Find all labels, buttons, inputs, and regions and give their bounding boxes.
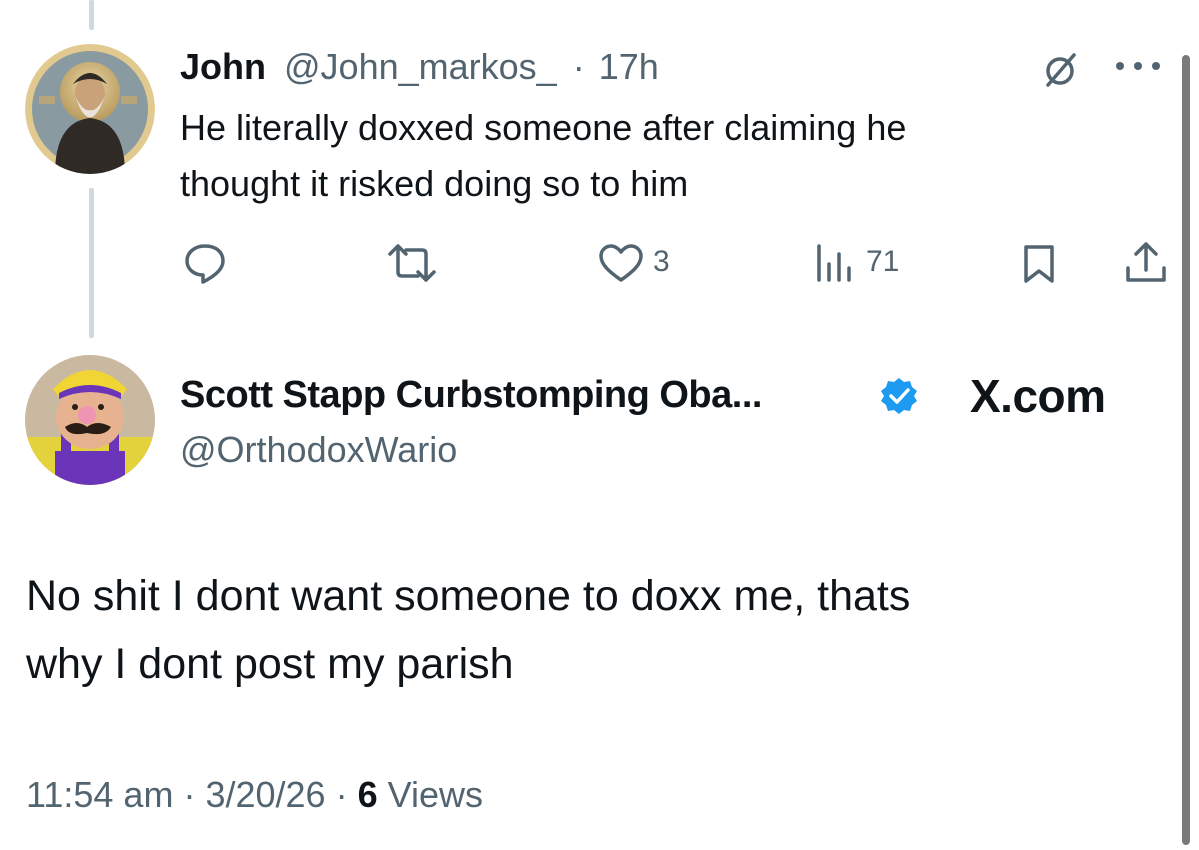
- more-options-icon[interactable]: [1112, 58, 1164, 74]
- parent-tweet-text-line2: thought it risked doing so to him: [180, 163, 689, 204]
- main-avatar[interactable]: [25, 355, 155, 485]
- share-button[interactable]: [1124, 240, 1168, 284]
- like-count: 3: [653, 245, 670, 278]
- heart-icon: [599, 244, 643, 282]
- like-button[interactable]: [598, 243, 644, 283]
- thread-line-top: [89, 0, 94, 30]
- bookmark-icon: [1024, 245, 1054, 283]
- tweet-views-count: 6: [357, 774, 378, 815]
- parent-tweet-text-line1: He literally doxxed someone after claimi…: [180, 107, 907, 148]
- verified-badge-icon[interactable]: [879, 376, 919, 416]
- tweet-date[interactable]: 3/20/26: [205, 774, 325, 815]
- metadata-separator-1: ·: [183, 774, 196, 815]
- tweet-views-label[interactable]: Views: [388, 774, 483, 815]
- main-tweet-text-line2: why I dont post my parish: [26, 640, 514, 688]
- views-count: 71: [866, 245, 900, 278]
- x-brand-logo: X.com: [970, 370, 1106, 422]
- bookmark-button[interactable]: [1022, 243, 1056, 285]
- parent-handle[interactable]: @John_markos_: [284, 46, 557, 87]
- grok-icon[interactable]: [1040, 50, 1080, 90]
- views-icon: [817, 244, 851, 282]
- parent-header: John @John_markos_ · 17h: [180, 44, 659, 90]
- reply-button[interactable]: [183, 240, 227, 284]
- parent-separator: ·: [572, 46, 585, 87]
- tweet-time[interactable]: 11:54 am: [26, 774, 173, 815]
- tweet-metadata: 11:54 am · 3/20/26 · 6 Views: [26, 772, 483, 818]
- thread-line-connector: [89, 188, 94, 338]
- retweet-button[interactable]: [386, 244, 438, 282]
- scrollbar[interactable]: [1182, 55, 1190, 845]
- parent-avatar[interactable]: [25, 44, 155, 174]
- main-tweet-text-line1: No shit I dont want someone to doxx me, …: [26, 572, 911, 620]
- parent-time[interactable]: 17h: [599, 46, 659, 87]
- share-icon: [1126, 242, 1166, 282]
- parent-display-name[interactable]: John: [180, 46, 266, 87]
- retweet-icon: [388, 244, 436, 282]
- x-brand-text: X.com: [970, 370, 1106, 422]
- main-handle[interactable]: @OrthodoxWario: [180, 427, 457, 473]
- metadata-separator-2: ·: [335, 774, 348, 815]
- views-button[interactable]: [815, 244, 855, 282]
- main-display-name[interactable]: Scott Stapp Curbstomping Oba...: [180, 372, 762, 418]
- reply-icon: [185, 244, 225, 284]
